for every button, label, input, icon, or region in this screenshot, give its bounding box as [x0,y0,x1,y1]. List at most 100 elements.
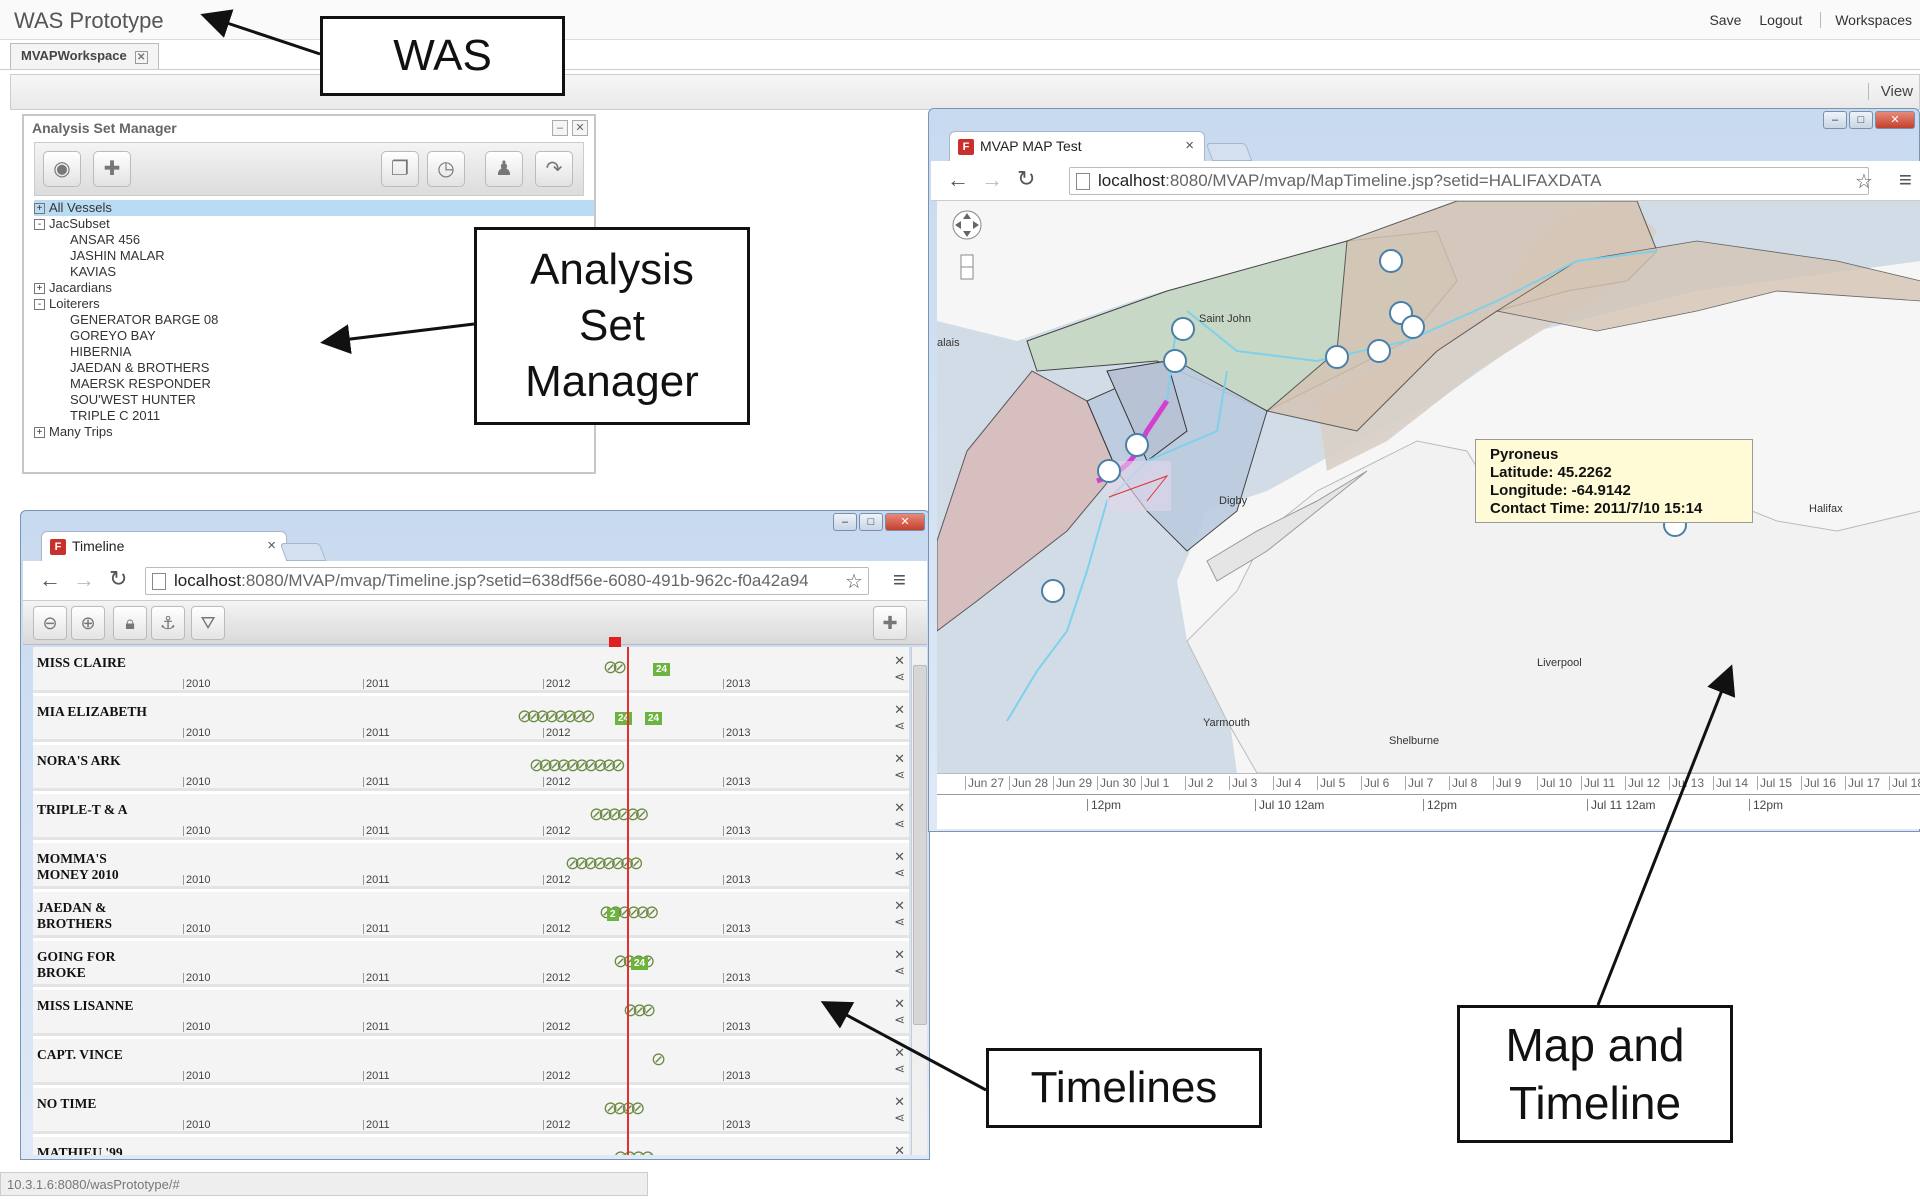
contact-marks-icon[interactable]: ⊘ [651,1049,666,1070]
view-button[interactable]: View [1867,83,1913,100]
url-input[interactable]: localhost:8080/MVAP/mvap/Timeline.jsp?se… [145,567,869,595]
minimize-icon[interactable]: – [833,513,857,531]
share-icon[interactable]: ⋖ [894,816,905,832]
copy-set-icon[interactable]: ❐ [381,151,419,187]
timeline-row[interactable]: MISS LISANNE 2010 2011 2012 2013 ⊘⊘⊘ ✕ ⋖ [33,990,909,1036]
close-icon[interactable]: ✕ [134,51,148,64]
maximize-icon[interactable]: □ [1849,111,1873,129]
remove-row-icon[interactable]: ✕ [894,751,905,767]
timeline-row[interactable]: NORA'S ARK 2010 2011 2012 2013 ⊘⊘⊘⊘⊘⊘⊘⊘⊘⊘ ✕ ⋖ [33,745,909,791]
close-icon[interactable]: ✕ [572,120,588,136]
reload-icon[interactable]: ↻ [1017,166,1035,192]
contact-marks-icon[interactable]: ⊘⊘⊘⊘⊘⊘⊘⊘⊘⊘ [529,755,626,776]
minimize-icon[interactable]: – [1823,111,1847,129]
new-tab-button[interactable] [279,543,327,561]
collapse-icon[interactable]: - [34,219,45,231]
star-icon[interactable]: ☆ [845,569,863,594]
menu-icon[interactable]: ≡ [893,567,906,593]
url-input[interactable]: localhost:8080/MVAP/mvap/MapTimeline.jsp… [1069,167,1869,195]
day-tick-label: Jul 12 [1625,776,1660,790]
tree-group-item[interactable]: + Many Trips [34,424,594,440]
browser-tab[interactable]: F Timeline × [41,531,287,561]
contact-marks-icon[interactable]: ⊘⊘⊘⊘ [603,1098,645,1119]
add-set-icon[interactable]: ◉ [43,151,81,187]
remove-row-icon[interactable]: ✕ [894,800,905,816]
person-icon[interactable]: ♟ [485,151,523,187]
close-icon[interactable]: ✕ [1875,111,1915,129]
pan-control-icon[interactable] [952,210,982,240]
timeline-row[interactable]: TRIPLE-T & A 2010 2011 2012 2013 ⊘⊘⊘⊘⊘⊘ ✕ ⋖ [33,794,909,840]
save-link[interactable]: Save [1709,12,1741,28]
remove-row-icon[interactable]: ✕ [894,1094,905,1110]
timeline-row[interactable]: NO TIME 2010 2011 2012 2013 ⊘⊘⊘⊘ ✕ ⋖ [33,1088,909,1134]
remove-row-icon[interactable]: ✕ [894,898,905,914]
remove-row-icon[interactable]: ✕ [894,996,905,1012]
share-icon[interactable]: ⋖ [894,963,905,979]
zoom-out-icon[interactable]: ⊖ [33,606,67,640]
share-icon[interactable]: ⋖ [894,669,905,685]
share-icon[interactable]: ⋖ [894,1012,905,1028]
share-icon[interactable]: ⋖ [894,1110,905,1126]
timeline-row[interactable]: JAEDAN & BROTHERS2010201120122013⊘⊘⊘⊘⊘⊘2… [33,892,909,938]
close-tab-icon[interactable]: × [267,537,276,554]
anchor-icon[interactable]: ⚓︎ [151,606,185,640]
forward-icon[interactable]: → [981,167,1003,193]
zoom-in-icon[interactable]: ⊕ [71,606,105,640]
remove-row-icon[interactable]: ✕ [894,947,905,963]
maximize-icon[interactable]: □ [859,513,883,531]
timeline-row[interactable]: GOING FOR BROKE2010201120122013⊘⊘⊘⊘24✕⋖ [33,941,909,987]
new-tab-button[interactable] [1205,143,1253,161]
year-tick-label: 2013 [723,875,750,886]
remove-row-icon[interactable]: ✕ [894,653,905,669]
back-icon[interactable]: ← [39,567,61,593]
workspace-tab[interactable]: MVAPWorkspace ✕ [10,43,159,69]
workspaces-link[interactable]: Workspaces [1820,12,1912,28]
remove-row-icon[interactable]: ✕ [894,849,905,865]
browser-tab[interactable]: F MVAP MAP Test × [949,131,1205,161]
minimize-icon[interactable]: – [552,120,568,136]
scrollbar[interactable] [911,647,927,1155]
timeline-row[interactable]: MOMMA'S MONEY 2010 2010 2011 2012 2013 ⊘⊘⊘⊘⊘⊘… [33,843,909,889]
zoom-out-icon[interactable] [960,266,974,280]
expand-icon[interactable]: + [34,283,45,295]
scrollbar-thumb[interactable] [913,665,927,1025]
zoom-in-icon[interactable] [960,254,974,268]
contact-marks-icon[interactable]: ⊘⊘⊘⊘⊘⊘ [589,804,649,825]
share-icon[interactable]: ⋖ [894,1061,905,1077]
remove-row-icon[interactable]: ✕ [894,1045,905,1061]
expand-icon[interactable]: + [34,427,45,439]
remove-row-icon[interactable]: ✕ [894,1143,905,1155]
arrow-icon[interactable]: ↷ [535,151,573,187]
forward-icon[interactable]: → [73,567,95,593]
contact-marks-icon[interactable]: ⊘⊘⊘⊘ [613,1147,655,1155]
close-tab-icon[interactable]: × [1185,137,1194,154]
contact-marks-icon[interactable]: ⊘⊘⊘⊘⊘⊘⊘⊘ [517,706,596,727]
filter-icon[interactable]: ⛛ [191,606,225,640]
add-vessel-icon[interactable]: ✚ [93,151,131,187]
close-icon[interactable]: ✕ [885,513,925,531]
reload-icon[interactable]: ↻ [109,566,127,592]
share-icon[interactable]: ⋖ [894,914,905,930]
map-timeline-strip[interactable]: Jun 27 Jun 28 Jun 29 Jun 30 Jul 1 Jul 2 Jul 3 J… [937,773,1920,829]
collapse-icon[interactable]: - [34,299,45,311]
clock-icon[interactable]: ◷ [427,151,465,187]
menu-icon[interactable]: ≡ [1899,167,1912,193]
timeline-row[interactable]: MISS CLAIRE 2010 2011 2012 2013 ⊘⊘ 24 ✕ ⋖ [33,647,909,693]
remove-row-icon[interactable]: ✕ [894,702,905,718]
logout-link[interactable]: Logout [1759,12,1802,28]
share-icon[interactable]: ⋖ [894,767,905,783]
contact-marks-icon[interactable]: ⊘⊘ [603,657,627,678]
back-icon[interactable]: ← [947,167,969,193]
timeline-row[interactable]: MIA ELIZABETH 2010 2011 2012 2013 ⊘⊘⊘⊘⊘⊘⊘⊘ 24 2… [33,696,909,742]
lock-icon[interactable]: 🔒︎ [113,606,147,640]
share-icon[interactable]: ⋖ [894,865,905,881]
add-set-icon[interactable]: ✚ [873,606,907,640]
timeline-row[interactable]: CAPT. VINCE 2010 2011 2012 2013 ⊘ ✕ ⋖ [33,1039,909,1085]
share-icon[interactable]: ⋖ [894,718,905,734]
tree-group-item[interactable]: + All Vessels [34,200,594,216]
expand-icon[interactable]: + [34,203,45,215]
map-canvas[interactable]: Saint John alais Digby Halifax Liverpool… [937,201,1920,773]
timeline-row[interactable]: MATHIEU '992010201120122013⊘⊘⊘⊘✕⋖ [33,1137,909,1155]
star-icon[interactable]: ☆ [1855,169,1873,194]
window-controls: – □ ✕ [833,513,925,531]
